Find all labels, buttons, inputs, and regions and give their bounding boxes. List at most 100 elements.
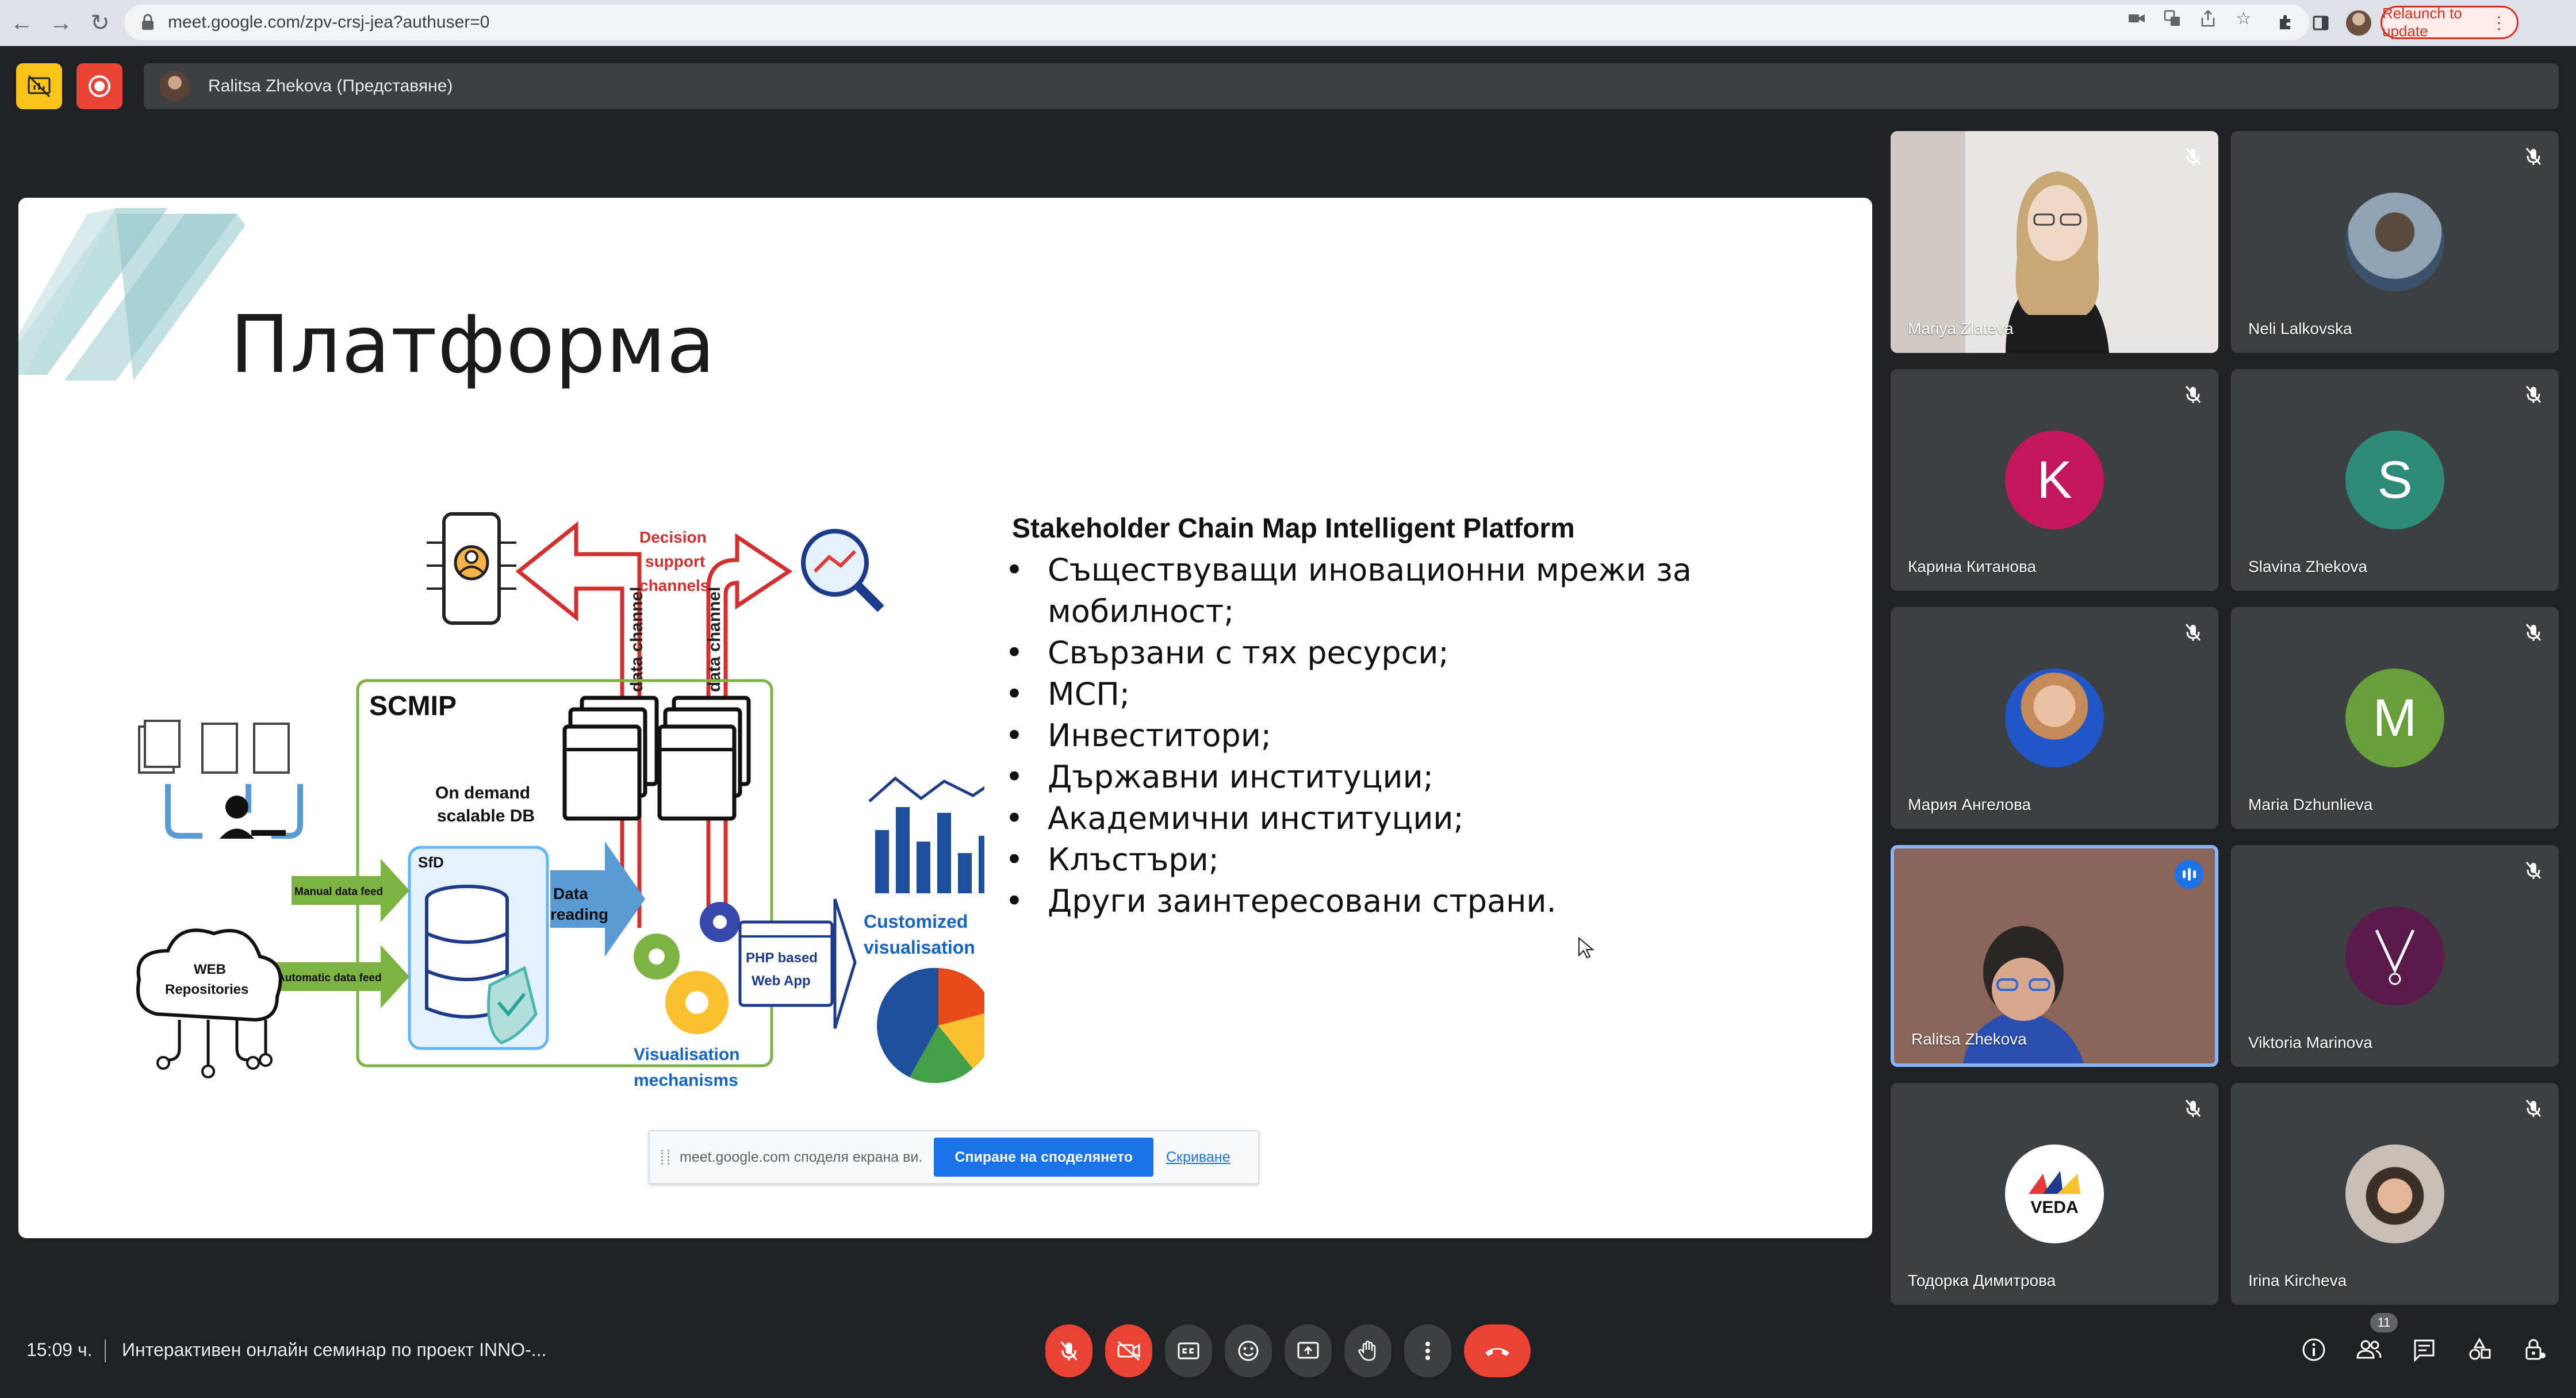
leave-call-button[interactable] [1464,1324,1531,1377]
participant-tile[interactable]: M Maria Dzhunlieva [2231,607,2559,829]
recording-button[interactable] [76,63,122,109]
participant-tile[interactable]: Viktoria Marinova [2231,845,2559,1067]
participant-avatar: S [2345,431,2444,529]
hand-icon [1358,1341,1376,1361]
participant-name: Neli Lalkovska [2248,320,2352,337]
participant-avatar [2345,907,2444,1005]
bullet-item: Клъстъри; [1003,839,1762,881]
camera-indicator-icon[interactable] [2126,8,2147,29]
lock-icon [142,14,154,30]
participant-tile[interactable]: Irina Kircheva [2231,1083,2559,1305]
meeting-time: 15:09 ч. [26,1339,93,1360]
mic-off-icon [2525,148,2542,165]
hide-banner-link[interactable]: Скриване [1166,1149,1230,1166]
participant-avatar: M [2345,669,2444,767]
mic-off-icon [2185,1100,2201,1117]
back-icon[interactable]: ← [5,6,39,40]
mic-off-icon [2525,386,2542,403]
analytics-magnifier-icon [801,529,884,612]
sfd-label: SfD [418,854,444,871]
participant-name: Viktoria Marinova [2248,1034,2372,1051]
participant-tile-speaking[interactable]: Ralitsa Zhekova [1891,845,2218,1067]
more-vert-icon: ⋮ [2490,14,2508,33]
participant-name: Тодорка Димитрова [1908,1272,2056,1289]
browser-toolbar: ← → ↻ meet.google.com/zpv-crsj-jea?authu… [0,0,2576,46]
data-channel-label-1: data channel [627,587,646,692]
participant-tile[interactable]: Neli Lalkovska [2231,131,2559,353]
participant-tile[interactable]: VEDA Тодорка Димитрова [1891,1083,2218,1305]
drag-handle-icon[interactable] [661,1150,669,1165]
person-laptop-icon [220,796,286,839]
chat-icon [2414,1339,2435,1362]
participant-tile[interactable]: K Карина Китанова [1891,369,2218,591]
participant-avatar [2345,193,2444,291]
present-icon [1297,1342,1319,1359]
camera-toggle-button[interactable] [1105,1324,1152,1377]
raise-hand-button[interactable] [1344,1324,1392,1377]
participant-avatar: K [2005,431,2104,529]
participant-tile[interactable]: S Slavina Zhekova [2231,369,2559,591]
meeting-name: Интерактивен онлайн семинар по проект IN… [122,1339,547,1360]
reload-icon[interactable]: ↻ [83,6,117,40]
forward-icon[interactable]: → [44,6,78,40]
meeting-info-button[interactable] [2299,1335,2329,1365]
svg-text:Visualisation mechanisms: Visualisation mechanisms [634,1045,745,1090]
more-options-button[interactable] [1404,1324,1451,1377]
relaunch-label: Relaunch to update [2382,5,2462,40]
mic-off-icon [2525,862,2542,879]
participant-tile[interactable]: Мария Ангелова [1891,607,2218,829]
mic-off-icon [2185,624,2201,641]
chat-button[interactable] [2409,1335,2439,1365]
profile-avatar[interactable] [2346,10,2371,36]
share-icon[interactable] [2198,8,2218,29]
screen-share-banner: meet.google.com споделя екрана ви. Спира… [649,1130,1259,1184]
divider [105,1339,106,1362]
participant-name: Mariya Zlateva [1908,320,2014,337]
present-screen-button[interactable] [1285,1324,1332,1377]
bullet-item: Свързани с тях ресурси; [1003,632,1762,674]
more-vert-icon [1425,1342,1430,1360]
speaking-indicator-icon [2175,860,2203,889]
platform-diagram: data channel data channel Decision suppo… [136,512,984,1090]
presenter-bar: Ralitsa Zhekova (Представяне) [144,63,2559,109]
emoji-icon [1238,1341,1259,1361]
mic-toggle-button[interactable] [1045,1324,1092,1377]
extensions-icon[interactable] [2275,13,2295,33]
participant-avatar [2345,1144,2444,1243]
presentation-off-button[interactable] [16,63,62,109]
svg-text:On demand scalable DB: On demand scalable DB [435,784,535,825]
pie-chart-icon [877,967,984,1084]
bullet-list: Съществуващи иновационни мрежи за мобилн… [1003,550,1762,922]
translate-icon[interactable] [2162,8,2183,29]
bookmark-star-icon[interactable]: ☆ [2233,8,2254,29]
auto-feed-label: Automatic data feed [277,972,382,984]
mic-off-icon [1060,1341,1078,1361]
info-icon [2302,1338,2325,1361]
shared-screen: Платформа data channel data channel Deci… [18,198,1872,1238]
activities-button[interactable] [2464,1335,2494,1365]
data-channel-label-2: data channel [705,587,724,692]
bullet-item: МСП; [1003,674,1762,715]
slide-title: Платформа [230,298,716,391]
activities-icon [2469,1337,2491,1360]
people-button[interactable] [2354,1335,2384,1365]
svg-text:VEDA: VEDA [2030,1198,2078,1217]
participant-logo [2375,929,2415,985]
participant-name: Ralitsa Zhekova [1911,1030,2027,1048]
stop-sharing-button[interactable]: Спиране на споделянето [934,1138,1153,1177]
captions-button[interactable] [1165,1324,1212,1377]
host-controls-button[interactable] [2520,1335,2550,1365]
call-end-icon [1485,1348,1509,1356]
bullet-item: Други заинтересовани страни. [1003,881,1762,922]
people-icon [2356,1340,2382,1359]
side-panel-icon[interactable] [2310,13,2331,33]
participant-tile[interactable]: Mariya Zlateva [1891,131,2218,353]
mic-off-icon [2185,386,2201,403]
relaunch-button[interactable]: Relaunch to update ⋮ [2380,5,2518,40]
svg-text:Customized visualisation: Customized visualisation [864,911,975,958]
address-bar[interactable]: meet.google.com/zpv-crsj-jea?authuser=0 [124,5,2309,40]
reactions-button[interactable] [1225,1324,1272,1377]
presenter-avatar [160,71,190,101]
camera-off-icon [1117,1341,1140,1361]
participant-name: Мария Ангелова [1908,796,2031,813]
